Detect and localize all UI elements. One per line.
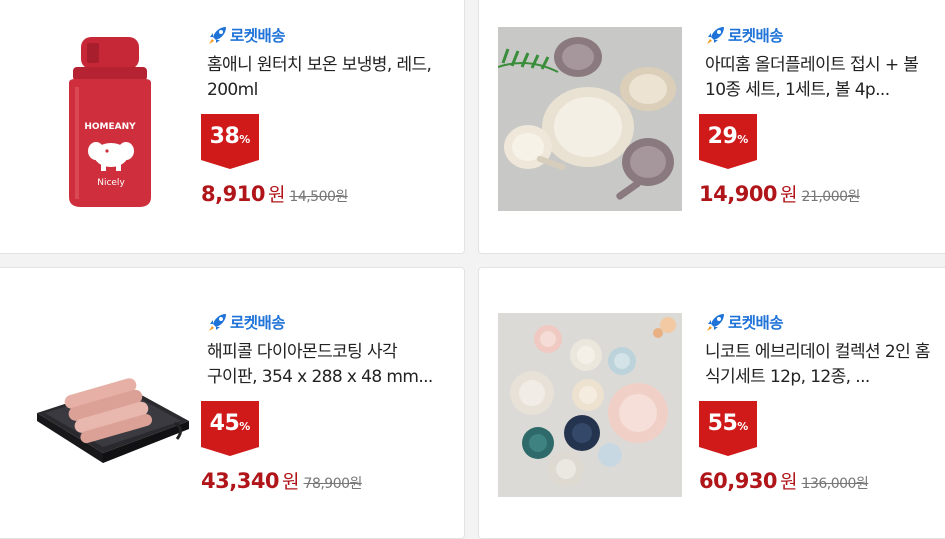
- product-card[interactable]: 로켓배송 해피콜 다이아몬드코팅 사각 구이판, 354 x 288 x 48 …: [0, 267, 465, 539]
- rocket-delivery-badge: 로켓배송: [705, 23, 935, 47]
- price-row: 60,930 원 136,000원: [699, 467, 935, 494]
- original-price: 14,500원: [289, 189, 348, 205]
- product-image-thermos[interactable]: HOMEANY Nicely: [15, 27, 203, 215]
- product-info: 로켓배송 아띠홈 올더플레이트 접시 + 볼 10종 세트, 1세트, 볼 4p…: [699, 23, 935, 207]
- rocket-delivery-badge: 로켓배송: [207, 310, 437, 334]
- rocket-delivery-label: 로켓배송: [728, 314, 784, 332]
- discount-badge: 38%: [201, 114, 259, 169]
- product-title[interactable]: 해피콜 다이아몬드코팅 사각 구이판, 354 x 288 x 48 mm...: [207, 340, 437, 390]
- currency-label: 원: [780, 184, 798, 206]
- discount-rate: 38: [209, 124, 240, 149]
- rocket-icon: [209, 27, 226, 44]
- discount-rate: 45: [209, 411, 240, 436]
- bottle-logo-text: HOMEANY: [84, 122, 136, 132]
- rocket-delivery-label: 로켓배송: [230, 314, 286, 332]
- rocket-icon: [209, 314, 226, 331]
- discount-unit: %: [737, 420, 749, 433]
- sale-price: 60,930: [699, 469, 778, 493]
- currency-label: 원: [282, 471, 300, 493]
- currency-label: 원: [780, 471, 798, 493]
- original-price: 78,900원: [303, 476, 363, 492]
- product-info: 로켓배송 해피콜 다이아몬드코팅 사각 구이판, 354 x 288 x 48 …: [201, 310, 437, 494]
- currency-label: 원: [267, 184, 286, 206]
- sale-price: 43,340: [201, 469, 280, 493]
- price-row: 14,900 원 21,000원: [699, 180, 935, 207]
- product-image-plates[interactable]: [497, 27, 682, 211]
- discount-badge: 29%: [699, 114, 757, 169]
- rocket-delivery-badge: 로켓배송: [705, 310, 935, 334]
- price-row: 43,340 원 78,900원: [201, 467, 437, 494]
- product-card[interactable]: HOMEANY Nicely 로켓배송 홈애니 원터치 보온 보냉병, 레드, …: [0, 0, 465, 254]
- product-info: 로켓배송 홈애니 원터치 보온 보냉병, 레드, 200ml 38% 8,910…: [201, 23, 437, 207]
- rocket-delivery-label: 로켓배송: [728, 27, 784, 45]
- product-image-grill-pan[interactable]: [15, 313, 203, 501]
- sale-price: 14,900: [699, 182, 778, 206]
- discount-unit: %: [239, 420, 251, 433]
- discount-unit: %: [239, 133, 251, 146]
- rocket-icon: [707, 314, 724, 331]
- original-price: 136,000원: [801, 476, 869, 492]
- discount-rate: 55: [707, 411, 738, 436]
- discount-rate: 29: [707, 124, 738, 149]
- price-row: 8,910 원 14,500원: [201, 180, 437, 207]
- bottle-caption-text: Nicely: [97, 178, 125, 188]
- product-info: 로켓배송 니코트 에브리데이 컬렉션 2인 홈 식기세트 12p, 12종, .…: [699, 310, 935, 494]
- rocket-icon: [707, 27, 724, 44]
- discount-badge: 55%: [699, 401, 757, 456]
- discount-badge: 45%: [201, 401, 259, 456]
- product-title[interactable]: 아띠홈 올더플레이트 접시 + 볼 10종 세트, 1세트, 볼 4p...: [705, 53, 935, 103]
- product-title[interactable]: 니코트 에브리데이 컬렉션 2인 홈 식기세트 12p, 12종, ...: [705, 340, 935, 390]
- product-image-dish-set[interactable]: [498, 313, 682, 497]
- rocket-delivery-badge: 로켓배송: [207, 23, 437, 47]
- original-price: 21,000원: [801, 189, 861, 205]
- discount-unit: %: [737, 133, 749, 146]
- sale-price: 8,910: [201, 182, 265, 206]
- product-card[interactable]: 로켓배송 니코트 에브리데이 컬렉션 2인 홈 식기세트 12p, 12종, .…: [478, 267, 945, 539]
- product-card[interactable]: 로켓배송 아띠홈 올더플레이트 접시 + 볼 10종 세트, 1세트, 볼 4p…: [478, 0, 945, 254]
- product-title[interactable]: 홈애니 원터치 보온 보냉병, 레드, 200ml: [207, 53, 437, 103]
- rocket-delivery-label: 로켓배송: [230, 27, 286, 45]
